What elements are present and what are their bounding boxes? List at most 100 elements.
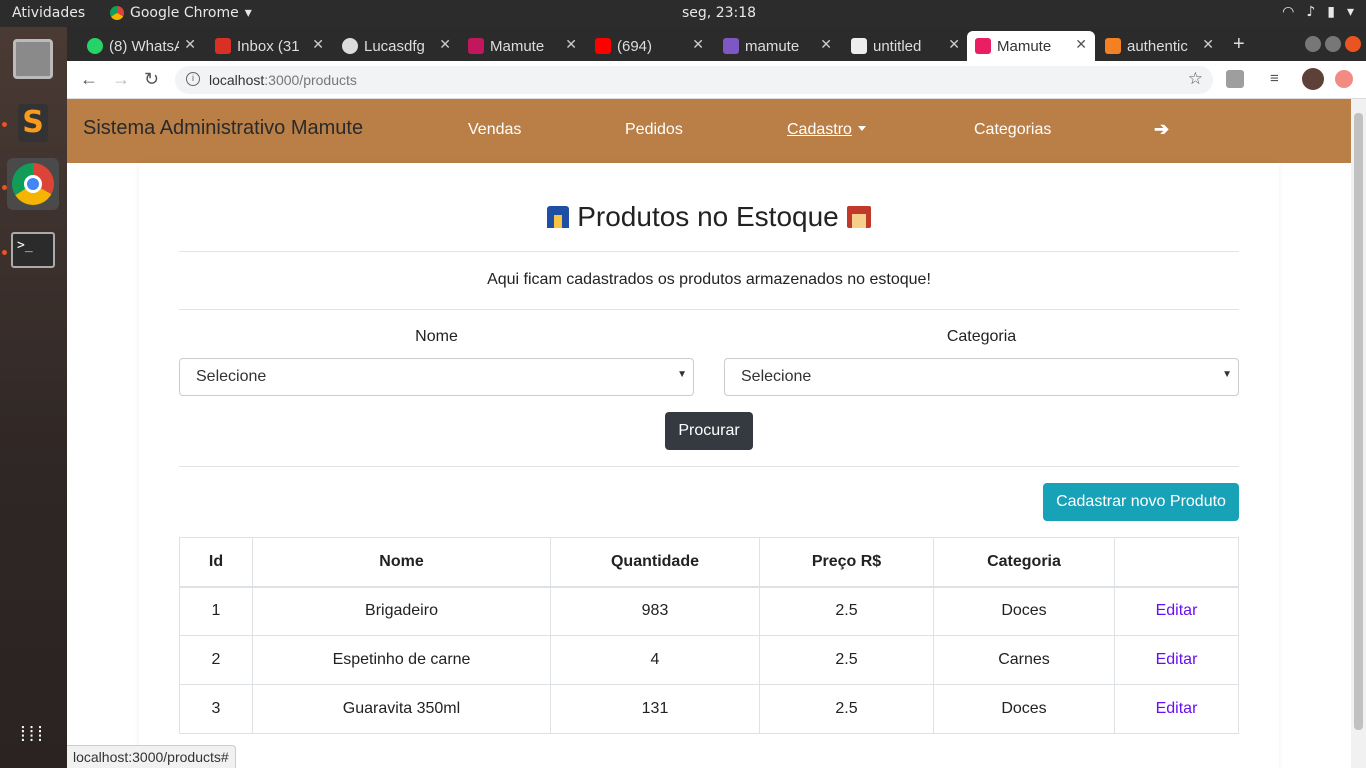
update-icon[interactable]	[1335, 70, 1353, 88]
scrollbar-thumb[interactable]	[1354, 113, 1363, 730]
nome-select-value: Selecione	[196, 368, 267, 385]
site-brand[interactable]: Sistema Administrativo Mamute	[83, 117, 363, 140]
chevron-down-icon: ▼	[677, 369, 687, 380]
categoria-filter-label: Categoria	[946, 328, 1017, 345]
github-icon	[342, 38, 358, 54]
table-row: 1 Brigadeiro 983 2.5 Doces Editar	[179, 586, 1239, 636]
table-row: 3 Guaravita 350ml 131 2.5 Doces Editar	[179, 684, 1239, 734]
table-row: 2 Espetinho de carne 4 2.5 Carnes Editar	[179, 635, 1239, 685]
column-header-id: Id	[179, 537, 253, 588]
cell-preco: 2.5	[759, 586, 934, 636]
cell-id: 2	[179, 635, 253, 685]
close-icon[interactable]: ✕	[820, 36, 832, 53]
close-icon[interactable]: ✕	[565, 36, 577, 53]
close-icon[interactable]: ✕	[439, 36, 451, 53]
tab-untitled[interactable]: untitled ✕	[843, 31, 968, 61]
forward-icon[interactable]: →	[112, 69, 130, 90]
edit-link[interactable]: Editar	[1156, 651, 1198, 668]
nav-categorias[interactable]: Categorias	[974, 121, 1051, 139]
edit-link[interactable]: Editar	[1156, 700, 1198, 717]
logout-arrow-icon[interactable]: ➔	[1154, 119, 1169, 140]
cell-quantidade: 131	[550, 684, 760, 734]
cell-nome: Brigadeiro	[252, 586, 551, 636]
nav-vendas[interactable]: Vendas	[468, 121, 521, 139]
tab-mamute-active[interactable]: Mamute ✕	[967, 31, 1095, 61]
divider	[179, 251, 1239, 252]
page-title: Produtos no Estoque	[67, 201, 1351, 233]
info-icon[interactable]: i	[186, 72, 200, 86]
dock: S >_ ⁞⁞⁞	[0, 27, 67, 768]
cell-nome: Espetinho de carne	[252, 635, 551, 685]
close-icon[interactable]: ✕	[692, 36, 704, 53]
mamute-icon	[468, 38, 484, 54]
chevron-down-icon: ▼	[1222, 369, 1232, 380]
nome-select[interactable]: Selecione ▼	[179, 358, 694, 396]
gmail-icon	[215, 38, 231, 54]
nav-cadastro-dropdown[interactable]: Cadastro	[787, 121, 866, 139]
chrome-icon[interactable]	[7, 158, 59, 210]
edit-link[interactable]: Editar	[1156, 602, 1198, 619]
tab-youtube[interactable]: (694) ✕	[587, 31, 712, 61]
tab-github[interactable]: Lucasdfg ✕	[334, 31, 459, 61]
tab-gmail[interactable]: Inbox (31 ✕	[207, 31, 332, 61]
files-icon[interactable]	[7, 33, 59, 85]
youtube-icon	[595, 38, 611, 54]
maximize-button[interactable]	[1325, 36, 1341, 52]
tab-mamute-1[interactable]: Mamute ✕	[460, 31, 585, 61]
chrome-small-icon	[110, 6, 124, 20]
wifi-icon: ◠	[1282, 4, 1295, 20]
app-menu[interactable]: Google Chrome ▾	[110, 5, 252, 21]
column-header-quantidade: Quantidade	[550, 537, 760, 588]
column-header-actions	[1114, 537, 1239, 588]
activities-button[interactable]: Atividades	[12, 5, 85, 21]
categoria-select-value: Selecione	[741, 368, 812, 385]
scrollbar[interactable]	[1351, 99, 1366, 768]
close-icon[interactable]: ✕	[948, 36, 960, 53]
close-icon[interactable]: ✕	[184, 36, 196, 53]
caret-down-icon	[857, 126, 866, 131]
show-apps-icon[interactable]: ⁞⁞⁞	[7, 709, 59, 761]
clock[interactable]: seg, 23:18	[682, 5, 756, 21]
tab-heroku[interactable]: mamute ✕	[715, 31, 840, 61]
avatar[interactable]	[1302, 68, 1324, 90]
tab-whatsapp[interactable]: (8) WhatsApp✕	[79, 31, 204, 61]
divider	[179, 309, 1239, 310]
products-table: Id Nome Quantidade Preço R$ Categoria 1 …	[179, 537, 1239, 734]
sublime-text-icon[interactable]: S	[7, 97, 59, 149]
system-top-bar: Atividades Google Chrome ▾ seg, 23:18 ◠ …	[0, 0, 1366, 27]
url-input[interactable]: i localhost:3000/products ☆	[175, 66, 1213, 94]
volume-icon: ♪	[1306, 4, 1316, 20]
bookmark-star-icon[interactable]: ☆	[1188, 69, 1203, 89]
categoria-select[interactable]: Selecione ▼	[724, 358, 1239, 396]
cell-preco: 2.5	[759, 635, 934, 685]
column-header-categoria: Categoria	[933, 537, 1115, 588]
close-icon[interactable]: ✕	[1202, 36, 1214, 53]
close-icon[interactable]: ✕	[1075, 36, 1087, 53]
add-product-button[interactable]: Cadastrar novo Produto	[1043, 483, 1239, 521]
cell-preco: 2.5	[759, 684, 934, 734]
document-icon	[851, 38, 867, 54]
window-close-button[interactable]	[1345, 36, 1361, 52]
mamute-icon	[975, 38, 991, 54]
search-button[interactable]: Procurar	[665, 412, 753, 450]
cell-id: 1	[179, 586, 253, 636]
minimize-button[interactable]	[1305, 36, 1321, 52]
cell-action: Editar	[1114, 635, 1239, 685]
extension-icon[interactable]	[1226, 70, 1244, 88]
house-icon	[547, 206, 570, 228]
page-subtitle: Aqui ficam cadastrados os produtos armaz…	[487, 271, 931, 288]
tab-stackoverflow[interactable]: authentic ✕	[1097, 31, 1222, 61]
reload-icon[interactable]: ↻	[144, 69, 159, 90]
url-path: :3000/products	[264, 72, 357, 88]
nav-pedidos[interactable]: Pedidos	[625, 121, 683, 139]
system-tray[interactable]: ◠ ♪ ▮ ▾	[1282, 4, 1354, 20]
cell-id: 3	[179, 684, 253, 734]
page-viewport: Sistema Administrativo Mamute Vendas Ped…	[67, 99, 1351, 768]
cell-quantidade: 4	[550, 635, 760, 685]
table-header-row: Id Nome Quantidade Preço R$ Categoria	[179, 537, 1239, 588]
terminal-icon[interactable]: >_	[7, 224, 59, 276]
new-tab-button[interactable]: +	[1233, 33, 1245, 56]
close-icon[interactable]: ✕	[312, 36, 324, 53]
back-icon[interactable]: ←	[80, 69, 98, 90]
media-queue-icon[interactable]: ≡	[1270, 70, 1288, 88]
